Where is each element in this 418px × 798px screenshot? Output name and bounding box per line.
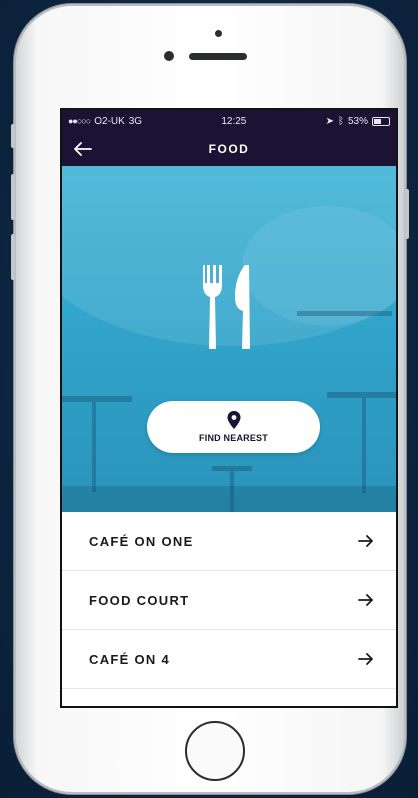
status-left: ●●○○○ O2-UK 3G [68,116,142,127]
location-list-item[interactable]: CAFÉ ON ONE [62,512,396,571]
phone-screen: ●●○○○ O2-UK 3G 12:25 ➤ ᛒ 53% FOOD FIND N… [60,108,398,708]
volume-up-button [11,174,15,220]
earpiece-speaker [189,53,247,60]
location-label: CAFÉ ON 4 [89,651,171,667]
hero-bg-table [92,402,96,492]
phone-frame: ●●○○○ O2-UK 3G 12:25 ➤ ᛒ 53% FOOD FIND N… [11,4,409,794]
location-services-icon: ➤ [325,115,334,127]
back-arrow-icon [74,142,92,156]
arrow-right-icon [358,594,373,606]
hero-bg-table [297,311,392,316]
status-bar: ●●○○○ O2-UK 3G 12:25 ➤ ᛒ 53% [62,110,396,132]
front-camera [164,51,174,61]
fork-knife-icon [203,265,250,349]
power-button [405,189,409,239]
page-title: FOOD [208,142,250,156]
back-button[interactable] [72,139,94,159]
hero-bg-table [62,396,132,402]
location-pin-icon [227,411,240,429]
arrow-right-icon [358,535,373,547]
mute-switch [11,124,15,148]
find-nearest-button[interactable]: FIND NEAREST [147,401,320,453]
nav-bar: FOOD [62,132,396,166]
hero-banner: FIND NEAREST [62,166,396,512]
location-list: CAFÉ ON ONE FOOD COURT CAFÉ ON 4 [62,512,396,689]
app-stage: ●●○○○ O2-UK 3G 12:25 ➤ ᛒ 53% FOOD FIND N… [0,0,418,798]
network-text: 3G [128,115,143,127]
location-label: FOOD COURT [89,592,190,608]
location-label: CAFÉ ON ONE [89,533,194,549]
battery-percent-text: 53% [347,115,368,127]
clock-text: 12:25 [221,115,247,127]
location-list-item[interactable]: CAFÉ ON 4 [62,630,396,689]
signal-icon: ●●○○○ [68,116,91,126]
home-button[interactable] [185,721,245,781]
carrier-text: O2-UK [94,115,125,127]
proximity-sensor [215,30,222,37]
battery-fill [374,118,381,124]
battery-icon [372,116,390,126]
status-right: ➤ ᛒ 53% [326,116,390,127]
arrow-right-icon [358,653,373,665]
hero-bg-table [362,398,366,493]
hero-bg-floor [62,486,396,512]
location-list-item[interactable]: FOOD COURT [62,571,396,630]
find-nearest-label: FIND NEAREST [199,433,268,443]
volume-down-button [11,234,15,280]
bluetooth-icon: ᛒ [337,115,344,127]
